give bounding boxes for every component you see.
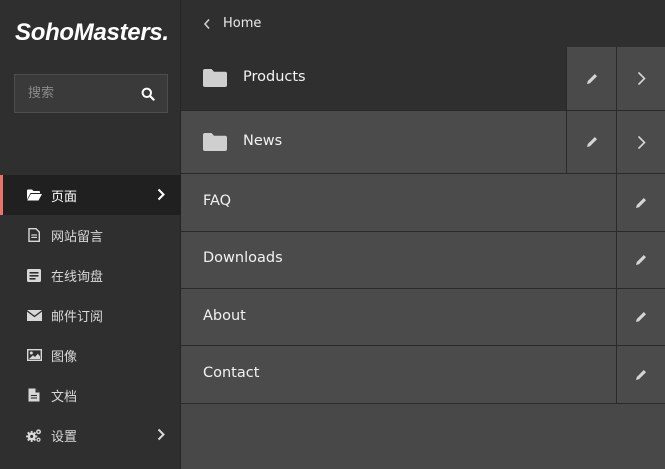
chevron-right-icon xyxy=(157,428,165,441)
folder-icon xyxy=(203,69,227,87)
sidebar-item-messages[interactable]: 网站留言 xyxy=(0,215,181,255)
sidebar-item-label: 设置 xyxy=(51,429,78,445)
sidebar-item-label: 页面 xyxy=(51,189,78,205)
breadcrumb[interactable]: Home xyxy=(181,0,665,47)
open-folder-button[interactable] xyxy=(616,111,665,173)
sidebar-item-inquiries[interactable]: 在线询盘 xyxy=(0,255,181,295)
page-row-folder[interactable]: Products xyxy=(181,47,665,111)
pencil-icon xyxy=(586,73,597,84)
cogs-icon xyxy=(26,427,42,443)
chevron-right-icon xyxy=(637,71,646,86)
list-alt-icon xyxy=(26,267,42,283)
brand-logo[interactable]: SohoMasters. xyxy=(15,19,169,47)
edit-button[interactable] xyxy=(616,174,665,231)
edit-button[interactable] xyxy=(566,111,616,173)
sidebar-item-newsletter[interactable]: 邮件订阅 xyxy=(0,295,181,335)
sidebar-item-label: 网站留言 xyxy=(51,229,104,245)
page-row-label: Products xyxy=(243,69,306,85)
search-input[interactable] xyxy=(15,75,135,112)
file-text-icon xyxy=(26,227,42,243)
edit-button[interactable] xyxy=(616,289,665,345)
main-content: Home Products News FAQ Downloads About C… xyxy=(181,0,665,469)
sidebar-item-label: 邮件订阅 xyxy=(51,309,104,325)
folder-open-icon xyxy=(26,187,42,203)
chevron-right-icon xyxy=(157,188,165,201)
chevron-right-icon xyxy=(637,135,646,149)
file-icon xyxy=(26,387,42,403)
pencil-icon xyxy=(636,255,646,265)
sidebar-item-settings[interactable]: 设置 xyxy=(0,415,181,455)
page-row[interactable]: Downloads xyxy=(181,232,665,289)
sidebar-item-pages[interactable]: 页面 xyxy=(0,175,181,215)
page-row-label: Contact xyxy=(203,365,260,381)
page-row-label: About xyxy=(203,308,246,324)
search-box xyxy=(14,74,168,113)
pencil-icon xyxy=(636,312,646,322)
open-folder-button[interactable] xyxy=(616,47,665,110)
page-row[interactable]: About xyxy=(181,289,665,346)
page-row-label: Downloads xyxy=(203,250,283,266)
image-icon xyxy=(26,347,42,363)
search-icon[interactable] xyxy=(141,87,155,101)
edit-button[interactable] xyxy=(566,47,616,110)
folder-icon xyxy=(203,133,227,151)
chevron-left-icon xyxy=(203,18,210,29)
sidebar-item-documents[interactable]: 文档 xyxy=(0,375,181,415)
breadcrumb-home[interactable]: Home xyxy=(223,16,261,31)
sidebar-item-label: 图像 xyxy=(51,349,78,365)
sidebar-item-label: 文档 xyxy=(51,389,78,405)
sidebar-item-label: 在线询盘 xyxy=(51,269,104,285)
sidebar-item-images[interactable]: 图像 xyxy=(0,335,181,375)
pencil-icon xyxy=(636,197,646,208)
page-row-folder[interactable]: News xyxy=(181,111,665,174)
sidebar-nav: 页面 网站留言 在线询盘 邮件订阅 图像 文档 设置 xyxy=(0,175,181,455)
sidebar: SohoMasters. 页面 网站留言 在线询盘 xyxy=(0,0,181,469)
pencil-icon xyxy=(586,137,597,147)
page-row[interactable]: Contact xyxy=(181,346,665,404)
page-row-label: FAQ xyxy=(203,193,232,209)
page-row-label: News xyxy=(243,133,283,149)
pencil-icon xyxy=(636,369,646,380)
envelope-icon xyxy=(26,307,42,323)
page-row[interactable]: FAQ xyxy=(181,174,665,232)
edit-button[interactable] xyxy=(616,346,665,403)
edit-button[interactable] xyxy=(616,232,665,288)
